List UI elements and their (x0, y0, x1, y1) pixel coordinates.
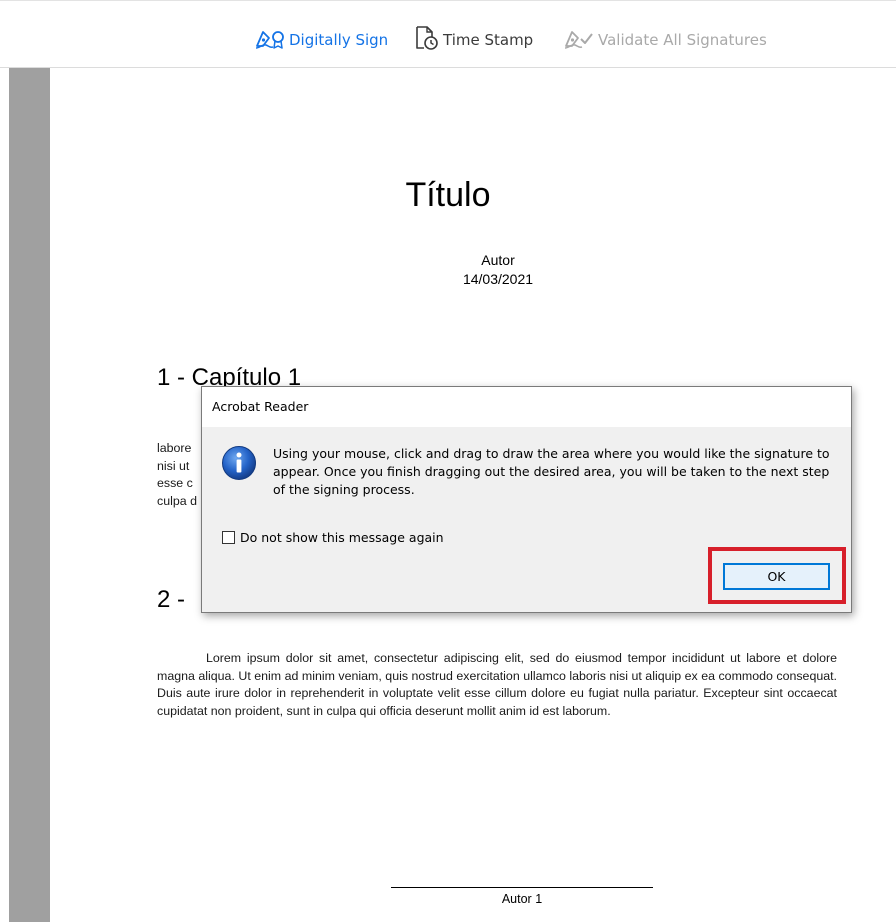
chapter-2-heading: 2 - (157, 586, 186, 613)
time-stamp-label: Time Stamp (443, 31, 534, 49)
dialog-title: Acrobat Reader (212, 399, 309, 414)
digitally-sign-button[interactable]: Digitally Sign (254, 27, 388, 53)
document-clock-icon (414, 25, 443, 55)
document-date: 14/03/2021 (462, 271, 534, 287)
ok-button[interactable]: OK (723, 563, 830, 590)
time-stamp-button[interactable]: Time Stamp (414, 25, 534, 55)
pen-validate-icon (563, 26, 598, 54)
validate-all-signatures-label: Validate All Signatures (598, 31, 767, 49)
chapter-2-paragraph: Lorem ipsum dolor sit amet, consectetur … (157, 651, 837, 718)
dialog-titlebar[interactable]: Acrobat Reader (202, 387, 851, 427)
do-not-show-checkbox[interactable] (222, 531, 235, 544)
dialog-message: Using your mouse, click and drag to draw… (273, 446, 830, 497)
signature-label: Autor 1 (501, 892, 543, 906)
signature-toolbar: Digitally Sign Time Stamp Validate All S… (0, 0, 896, 68)
signature-line (391, 887, 653, 888)
pen-sign-icon (254, 26, 289, 54)
do-not-show-checkbox-row[interactable]: Do not show this message again (222, 530, 444, 545)
document-author: Autor (481, 252, 515, 268)
validate-all-signatures-button[interactable]: Validate All Signatures (563, 27, 767, 53)
document-title: Título (405, 176, 491, 214)
digitally-sign-label: Digitally Sign (289, 31, 389, 49)
do-not-show-label: Do not show this message again (240, 530, 444, 545)
info-icon (221, 445, 257, 485)
